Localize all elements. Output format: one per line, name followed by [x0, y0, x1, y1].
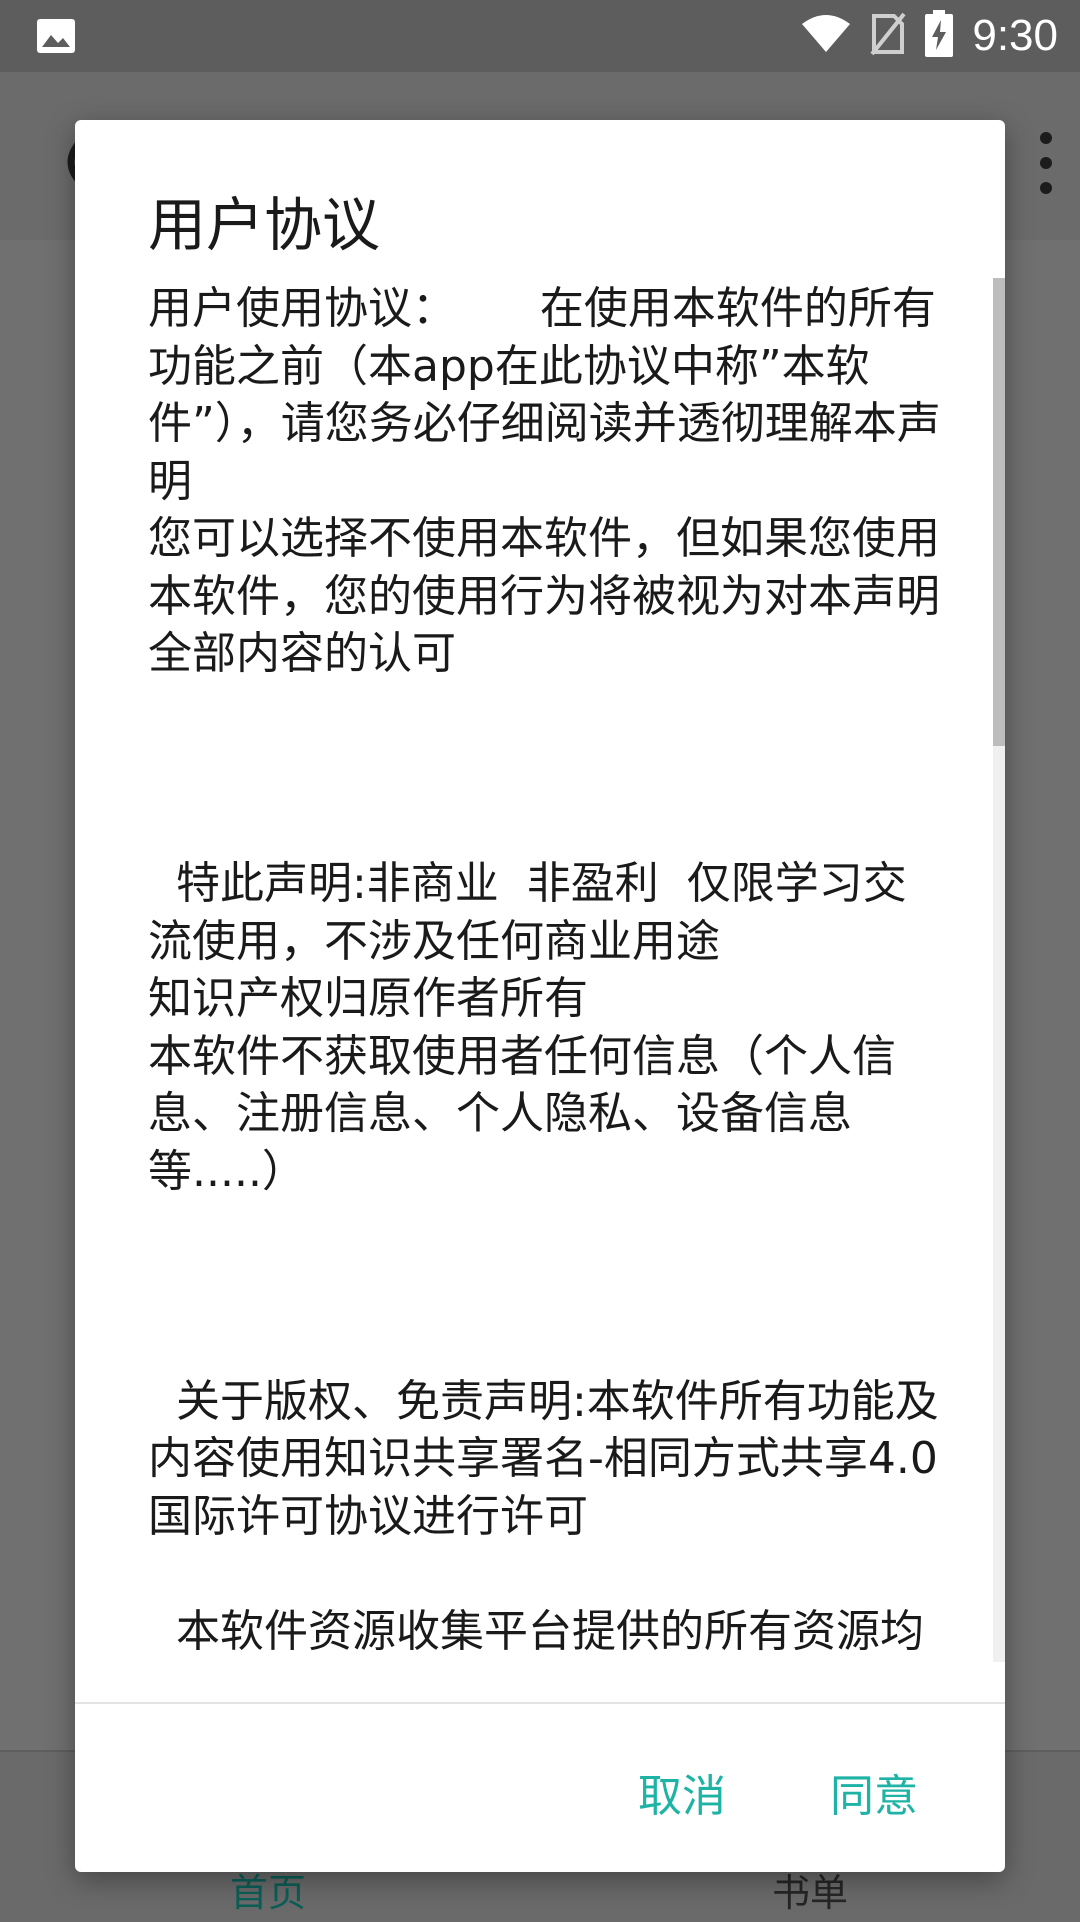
dialog-divider [75, 1702, 1005, 1704]
agree-button[interactable]: 同意 [830, 1760, 918, 1824]
status-time: 9:30 [972, 11, 1058, 60]
user-agreement-dialog: 用户协议 用户使用协议： 在使用本软件的所有功能之前（本app在此协议中称”本软… [75, 120, 1005, 1872]
cancel-button[interactable]: 取消 [638, 1760, 726, 1824]
scrollbar-thumb[interactable] [993, 278, 1005, 746]
image-icon [36, 16, 76, 56]
status-bar: 9:30 [0, 0, 1080, 72]
dialog-title: 用户协议 [148, 191, 381, 259]
dialog-body-text[interactable]: 用户使用协议： 在使用本软件的所有功能之前（本app在此协议中称”本软件”），请… [148, 280, 948, 1662]
battery-charging-icon [924, 10, 954, 62]
dialog-scrollbar[interactable] [993, 278, 1005, 1662]
wifi-icon [800, 14, 852, 58]
more-vert-icon[interactable] [1026, 128, 1066, 198]
no-sim-icon [870, 12, 906, 60]
